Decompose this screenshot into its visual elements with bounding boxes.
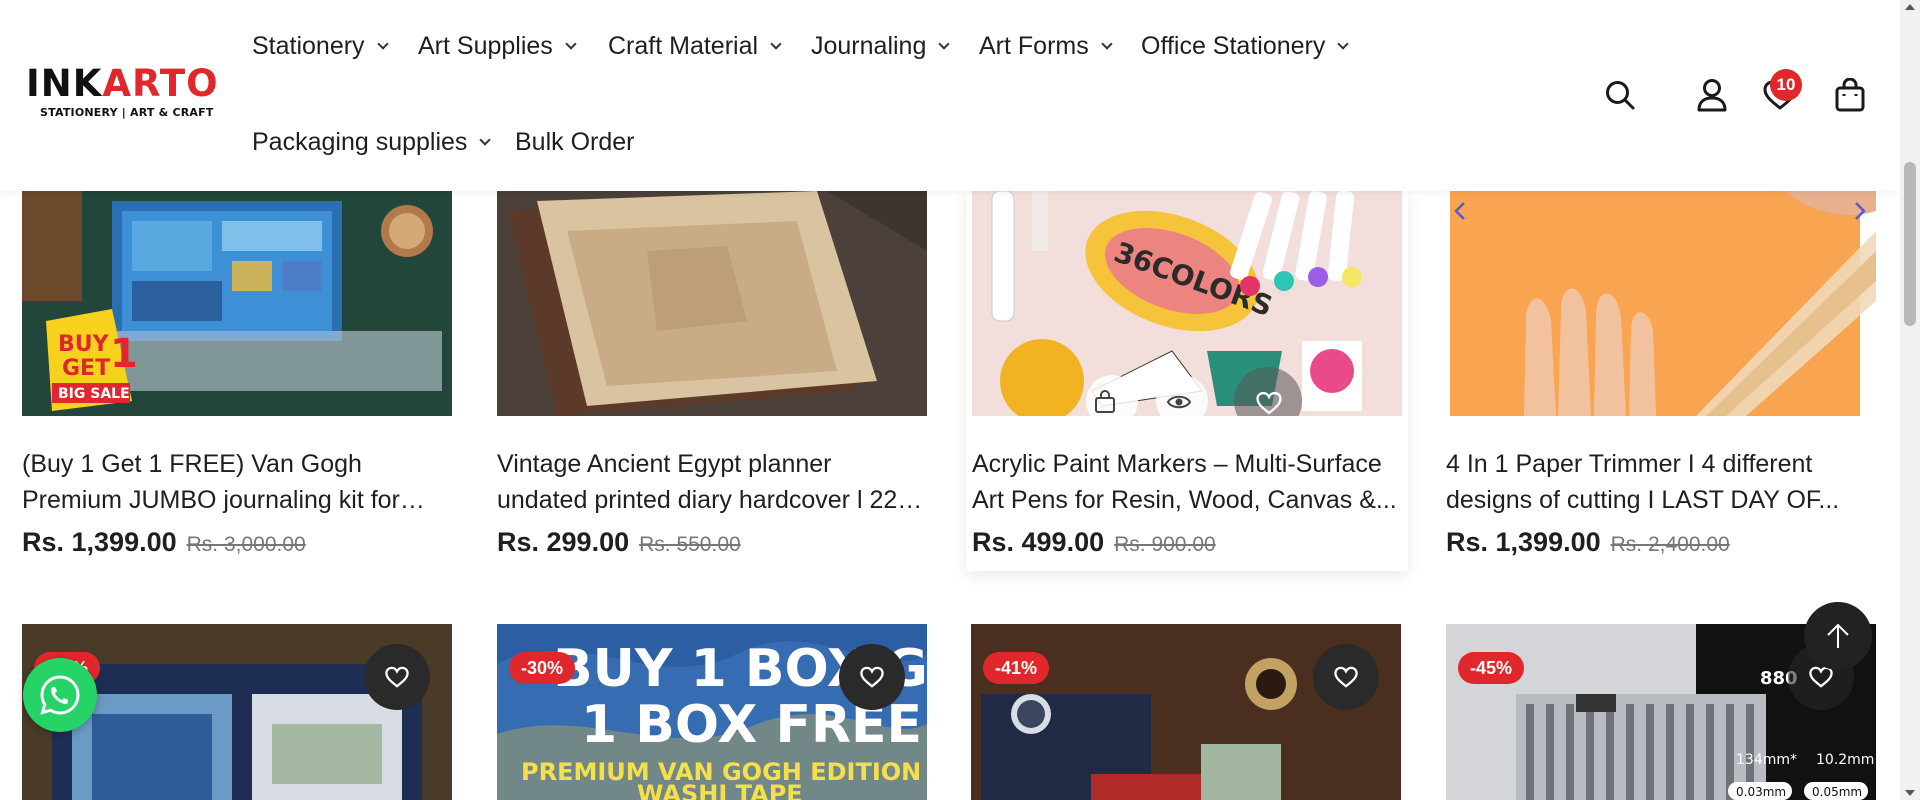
svg-text:WASHI TAPE: WASHI TAPE: [637, 780, 803, 800]
discount-badge: -41%: [983, 652, 1050, 684]
svg-text:BUY: BUY: [58, 332, 110, 357]
chevron-down-icon: [1337, 37, 1350, 50]
chevron-down-icon: [565, 37, 577, 50]
page: INKARTO STATIONERY | ART & CRAFT Station…: [0, 0, 1920, 800]
sale-price: Rs. 299.00: [497, 527, 630, 557]
product-image[interactable]: -41%: [971, 624, 1401, 800]
whatsapp-chat-button[interactable]: [23, 658, 97, 732]
product-image-art: BUY GET 1 BIG SALE: [22, 191, 452, 416]
nav-item-bulk-order[interactable]: Bulk Order: [515, 128, 634, 157]
svg-text:BIG SALE: BIG SALE: [58, 386, 130, 402]
original-price: Rs. 550.00: [639, 533, 741, 556]
product-price: Rs. 299.00 Rs. 550.00: [497, 527, 741, 558]
chevron-down-icon: [479, 133, 492, 146]
product-title[interactable]: 4 In 1 Paper Trimmer I 4 different desig…: [1446, 446, 1876, 518]
add-to-cart-icon[interactable]: [1092, 389, 1118, 415]
nav-label: Craft Material: [608, 32, 759, 60]
site-header: INKARTO STATIONERY | ART & CRAFT Station…: [0, 0, 1900, 191]
nav-item-packaging-supplies[interactable]: Packaging supplies: [252, 128, 492, 157]
product-title[interactable]: (Buy 1 Get 1 FREE) Van Gogh Premium JUMB…: [22, 446, 452, 518]
svg-text:GET: GET: [62, 356, 110, 381]
page-scrollbar[interactable]: [1900, 0, 1920, 800]
nav-item-stationery[interactable]: Stationery: [252, 32, 389, 61]
sale-price: Rs. 1,399.00: [22, 527, 177, 557]
logo-wordmark: INKARTO: [26, 62, 219, 105]
heart-icon[interactable]: [1256, 391, 1282, 415]
scrollbar-thumb[interactable]: [1904, 162, 1916, 326]
discount-badge: -30%: [509, 652, 576, 684]
nav-label: Art Supplies: [418, 32, 553, 60]
quick-view-icon[interactable]: [1166, 389, 1192, 415]
product-image[interactable]: [497, 191, 927, 416]
brand-logo[interactable]: INKARTO STATIONERY | ART & CRAFT: [26, 62, 219, 124]
discount-badge: -45%: [1458, 652, 1525, 684]
original-price: Rs. 3,000.00: [186, 533, 306, 556]
chevron-down-icon: [376, 37, 389, 50]
scroll-down-arrow-icon[interactable]: [1905, 790, 1915, 796]
chevron-down-icon: [770, 37, 782, 50]
svg-text:134mm*: 134mm*: [1736, 752, 1797, 768]
carousel-next-button[interactable]: [1846, 191, 1874, 231]
svg-text:0.05mm: 0.05mm: [1812, 785, 1862, 799]
wishlist-button[interactable]: [839, 644, 905, 710]
heart-icon: [1334, 666, 1358, 688]
product-price: Rs. 1,399.00 Rs. 2,400.00: [1446, 527, 1730, 558]
product-image-art: 36COLORS: [972, 191, 1402, 416]
nav-item-art-supplies[interactable]: Art Supplies: [418, 32, 577, 61]
product-card[interactable]: Vintage Ancient Egypt planner undated pr…: [497, 191, 927, 571]
main-nav: Stationery Art Supplies Craft Material J…: [252, 0, 1552, 191]
header-actions: [1600, 70, 1865, 120]
nav-label: Packaging supplies: [252, 128, 468, 156]
product-image-art: [497, 191, 927, 416]
product-title[interactable]: Vintage Ancient Egypt planner undated pr…: [497, 446, 927, 518]
heart-icon: [860, 666, 884, 688]
svg-text:10.2mm: 10.2mm: [1816, 752, 1874, 768]
sale-price: Rs. 499.00: [972, 527, 1105, 557]
product-image-art: [1446, 191, 1876, 416]
nav-item-office-stationery[interactable]: Office Stationery: [1141, 32, 1350, 61]
nav-label: Office Stationery: [1141, 32, 1326, 60]
product-card[interactable]: 36COLORS Acrylic Paint Markers – Multi-S…: [966, 191, 1408, 571]
product-card[interactable]: BUY 1 BOX GE 1 BOX FREE PREMIUM VAN GOGH…: [497, 624, 927, 800]
nav-label: Stationery: [252, 32, 365, 60]
back-to-top-button[interactable]: [1804, 602, 1872, 670]
product-card[interactable]: BUY GET 1 BIG SALE (Buy 1 Get 1 FREE) Va…: [22, 191, 452, 571]
product-card[interactable]: -41%: [971, 624, 1401, 800]
search-icon[interactable]: [1600, 70, 1640, 120]
whatsapp-icon: [40, 675, 80, 715]
product-price: Rs. 499.00 Rs. 900.00: [972, 527, 1216, 558]
shopping-bag-icon[interactable]: [1830, 70, 1870, 120]
scroll-up-arrow-icon[interactable]: [1905, 4, 1915, 10]
product-card[interactable]: 4 In 1 Paper Trimmer I 4 different desig…: [1446, 191, 1876, 571]
svg-text:0.03mm: 0.03mm: [1736, 785, 1786, 799]
heart-icon: [1809, 666, 1833, 688]
nav-label: Art Forms: [979, 32, 1089, 60]
chevron-down-icon: [1101, 37, 1113, 50]
original-price: Rs. 2,400.00: [1610, 533, 1730, 556]
wishlist-count-badge: 10: [1770, 69, 1802, 101]
svg-text:1: 1: [110, 331, 138, 377]
product-image[interactable]: [1446, 191, 1876, 416]
wishlist-button[interactable]: [364, 644, 430, 710]
product-image[interactable]: BUY 1 BOX GE 1 BOX FREE PREMIUM VAN GOGH…: [497, 624, 927, 800]
product-image[interactable]: BUY GET 1 BIG SALE: [22, 191, 452, 416]
nav-label: Journaling: [811, 32, 927, 60]
user-icon[interactable]: [1692, 70, 1732, 120]
product-title[interactable]: Acrylic Paint Markers – Multi-Surface Ar…: [972, 446, 1402, 518]
arrow-up-icon: [1827, 623, 1849, 648]
nav-item-craft-material[interactable]: Craft Material: [608, 32, 782, 61]
wishlist-button[interactable]: [1313, 644, 1379, 710]
chevron-down-icon: [938, 37, 951, 50]
logo-tagline: STATIONERY | ART & CRAFT: [40, 106, 214, 119]
nav-label: Bulk Order: [515, 128, 635, 156]
product-image[interactable]: 36COLORS: [972, 191, 1402, 416]
nav-item-art-forms[interactable]: Art Forms: [979, 32, 1113, 61]
product-price: Rs. 1,399.00 Rs. 3,000.00: [22, 527, 306, 558]
original-price: Rs. 900.00: [1114, 533, 1216, 556]
carousel-prev-button[interactable]: [1446, 191, 1474, 231]
heart-icon: [385, 666, 409, 688]
nav-item-journaling[interactable]: Journaling: [811, 32, 951, 61]
sale-price: Rs. 1,399.00: [1446, 527, 1601, 557]
